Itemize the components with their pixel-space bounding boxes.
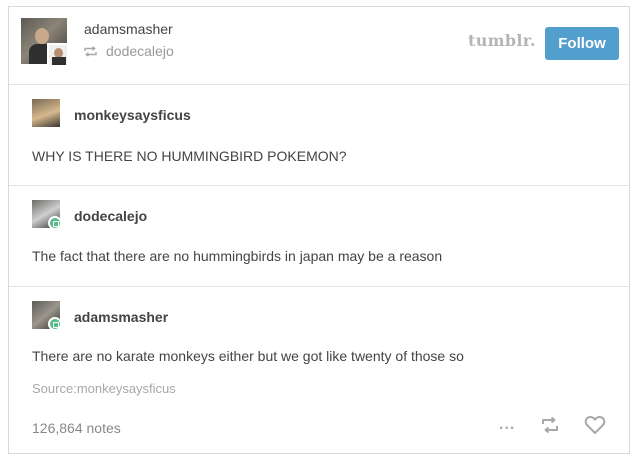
tumblr-logo[interactable]: tumblr. (468, 31, 536, 50)
badge-icon (48, 317, 62, 331)
reblog-avatar[interactable] (47, 43, 69, 67)
reblog-source: dodecalejo (84, 43, 174, 60)
source-line: Source:monkeysaysficus (32, 381, 176, 396)
source-link[interactable]: monkeysaysficus (77, 381, 176, 396)
post-text: The fact that there are no hummingbirds … (32, 248, 443, 264)
username-link[interactable]: dodecalejo (74, 208, 147, 224)
reblog-entry: monkeysaysficus WHY IS THERE NO HUMMINGB… (9, 85, 629, 186)
follow-button[interactable]: Follow (545, 27, 619, 60)
post-card: adamsmasher dodecalejo tumblr. Follow mo… (8, 6, 630, 454)
notes-count[interactable]: 126,864 notes (32, 420, 121, 436)
username-link[interactable]: adamsmasher (74, 309, 168, 325)
post-text: There are no karate monkeys either but w… (32, 348, 464, 364)
avatar[interactable] (32, 301, 62, 331)
reblog-button[interactable] (540, 415, 560, 437)
more-icon[interactable]: ... (499, 416, 515, 438)
source-label: Source: (32, 381, 77, 396)
post-text: WHY IS THERE NO HUMMINGBIRD POKEMON? (32, 148, 347, 164)
avatar-body (52, 57, 66, 65)
avatar[interactable] (32, 99, 60, 127)
reblogged-from-link[interactable]: dodecalejo (106, 43, 174, 59)
reblog-entry: dodecalejo The fact that there are no hu… (9, 186, 629, 287)
heart-icon (584, 416, 606, 439)
like-button[interactable] (584, 415, 606, 437)
username-link[interactable]: adamsmasher (84, 21, 173, 37)
reblog-icon (84, 44, 98, 60)
post-header: adamsmasher dodecalejo tumblr. Follow (9, 7, 629, 85)
avatar[interactable] (32, 200, 62, 230)
reblog-icon (540, 416, 560, 439)
username-link[interactable]: monkeysaysficus (74, 107, 191, 123)
badge-icon (48, 216, 62, 230)
avatar-face (35, 28, 49, 44)
